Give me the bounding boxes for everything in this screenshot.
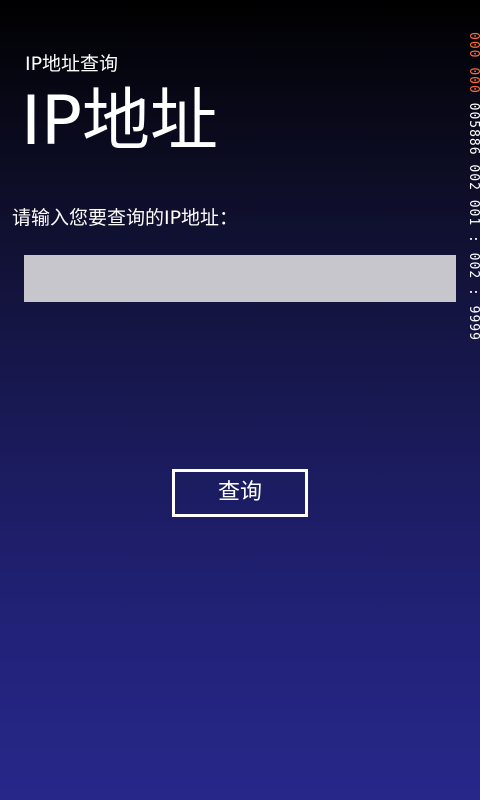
ip-prompt-label: 请输入您要查询的IP地址： [12, 207, 239, 229]
page-title: IP地址 [21, 82, 219, 161]
counter-part-3: 005886 002 001 : 002 : 9999 [466, 102, 480, 341]
counter-part-2: 000 [466, 67, 480, 94]
ip-address-input[interactable] [24, 255, 456, 302]
frame-rate-counter: 000 000 005886 002 001 : 002 : 9999 [466, 32, 480, 402]
query-button[interactable]: 查询 [172, 469, 308, 517]
app-title: IP地址查询 [25, 53, 119, 75]
counter-part-1: 000 [466, 32, 480, 59]
